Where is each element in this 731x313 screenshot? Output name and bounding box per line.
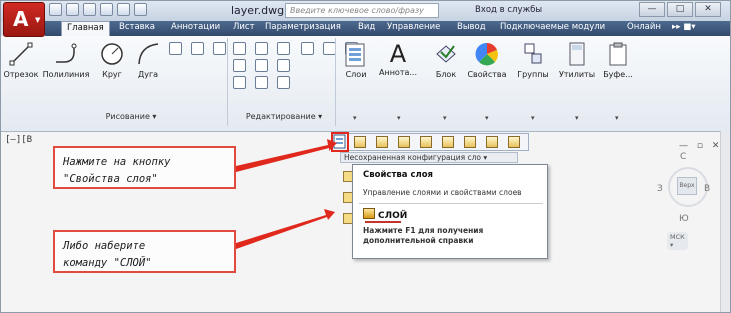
- callout-arrows: [236, 139, 337, 249]
- application-menu-button[interactable]: A ▼: [3, 2, 45, 37]
- autocad-window: layer.dwg Введите ключевое слово/фразу В…: [0, 0, 731, 313]
- arrow-to-button: [236, 139, 337, 172]
- autocad-logo-icon: A: [13, 7, 29, 31]
- chevron-down-icon: ▼: [35, 16, 41, 24]
- arrow-to-command: [236, 209, 335, 249]
